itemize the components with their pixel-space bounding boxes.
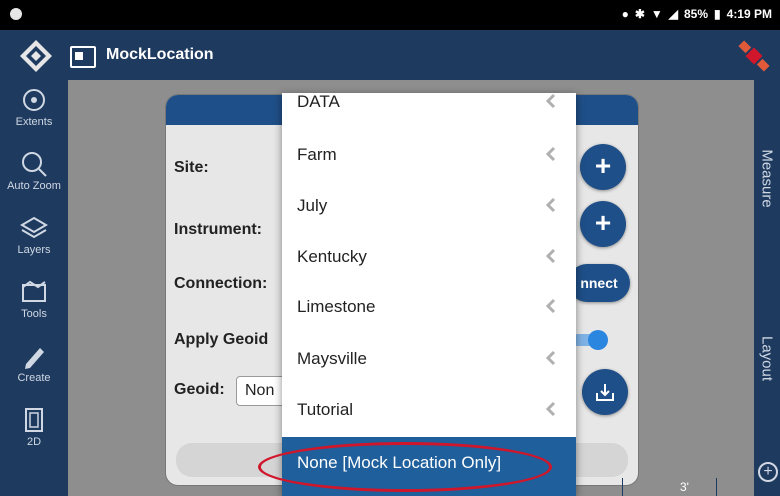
tool-label: Auto Zoom <box>7 180 61 192</box>
add-site-button[interactable]: + <box>580 144 626 190</box>
add-instrument-button[interactable]: + <box>580 201 626 247</box>
tool-label: 2D <box>26 436 42 448</box>
tool-2d[interactable]: 2D <box>0 400 68 464</box>
tool-auto-zoom[interactable]: Auto Zoom <box>0 144 68 208</box>
download-icon <box>596 384 614 401</box>
measure-tab[interactable]: Measure <box>759 149 776 207</box>
layers-icon <box>20 216 48 239</box>
tool-layers[interactable]: Layers <box>0 208 68 272</box>
geoid-label: Geoid: <box>174 381 225 398</box>
layout-tab[interactable]: Layout <box>759 336 776 381</box>
signal-icon: ◢ <box>668 7 678 21</box>
dropdown-item[interactable]: July <box>282 181 576 233</box>
left-toolbar: Extents Auto Zoom Layers Tools Create 2D <box>0 80 68 496</box>
bluetooth-icon: ✱ <box>634 7 645 21</box>
chevron-left-icon <box>545 350 556 366</box>
app-title[interactable]: MockLocation <box>106 46 214 64</box>
status-bar: ● ✱ ▼ ◢ 85% ▮ 4:19 PM <box>0 0 780 30</box>
tool-tools[interactable]: Tools <box>0 272 68 336</box>
app-bar: MockLocation <box>0 30 780 80</box>
2d-icon <box>25 408 43 432</box>
project-icon[interactable] <box>70 46 96 68</box>
connection-label: Connection: <box>174 275 268 292</box>
battery-icon: ▮ <box>714 7 721 21</box>
clock: 4:19 PM <box>726 7 772 21</box>
tool-label: Layers <box>17 244 51 256</box>
battery-level: 85% <box>684 7 709 21</box>
scale-label: 3' <box>680 480 689 494</box>
pencil-icon <box>25 348 44 369</box>
chevron-left-icon <box>545 298 556 314</box>
tool-extents[interactable]: Extents <box>0 80 68 144</box>
highlight-ellipse <box>258 442 552 492</box>
right-toolbar: Measure Layout <box>754 80 780 496</box>
location-icon: ● <box>621 7 629 21</box>
wifi-icon: ▼ <box>650 7 663 21</box>
dropdown-item[interactable]: Tutorial <box>282 385 576 437</box>
scale-bar-start <box>622 478 623 496</box>
connect-button[interactable]: nnect <box>568 264 630 302</box>
app-logo-icon[interactable] <box>18 38 54 74</box>
tools-icon <box>22 280 46 302</box>
zoom-in-button[interactable]: + <box>758 462 778 482</box>
dropdown-item[interactable]: Maysville <box>282 334 576 386</box>
chevron-left-icon <box>545 93 556 109</box>
site-label: Site: <box>174 159 209 176</box>
dropdown-item[interactable]: Limestone <box>282 282 576 334</box>
tool-label: Tools <box>21 308 47 320</box>
dropdown-item[interactable]: DATA <box>282 93 576 129</box>
tool-create[interactable]: Create <box>0 336 68 400</box>
site-dropdown-list: DATA Farm July Kentucky Limestone Maysvi… <box>282 93 576 496</box>
chevron-left-icon <box>545 401 556 417</box>
chevron-left-icon <box>545 146 556 162</box>
download-button[interactable] <box>582 369 628 415</box>
instrument-label: Instrument: <box>174 221 262 238</box>
status-icons: ● ✱ ▼ ◢ 85% ▮ 4:19 PM <box>622 7 772 21</box>
extents-icon <box>23 89 45 111</box>
tool-label: Extents <box>15 116 53 128</box>
chevron-left-icon <box>545 197 556 213</box>
toggle-knob[interactable] <box>588 330 608 350</box>
status-dot-icon <box>10 8 22 20</box>
auto-zoom-icon <box>22 152 47 177</box>
chevron-left-icon <box>545 248 556 264</box>
apply-geoid-label: Apply Geoid <box>174 331 269 348</box>
scale-bar-end <box>716 478 717 496</box>
gps-satellite-icon[interactable] <box>734 36 774 76</box>
dropdown-item[interactable]: Farm <box>282 130 576 182</box>
tool-label: Create <box>17 372 51 384</box>
dropdown-item[interactable]: Kentucky <box>282 232 576 284</box>
